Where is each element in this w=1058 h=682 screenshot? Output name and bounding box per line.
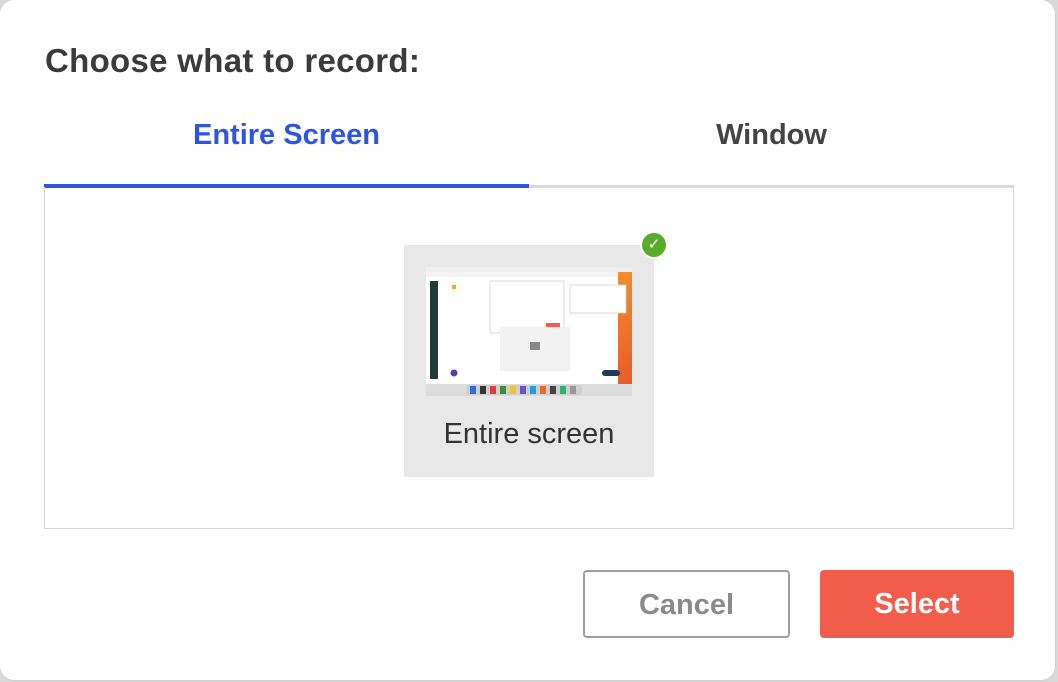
dialog-title: Choose what to record: [45, 42, 421, 79]
select-button[interactable]: Select [820, 570, 1014, 638]
source-label: Entire screen [443, 418, 615, 450]
tab-entire-screen[interactable]: Entire Screen [44, 117, 529, 183]
tab-window[interactable]: Window [529, 117, 1014, 183]
screen-thumbnail [426, 267, 632, 396]
checkmark-icon: ✓ [640, 231, 668, 259]
tab-entire-screen-label: Entire Screen [193, 119, 380, 151]
source-entire-screen[interactable]: Entire screen [404, 245, 654, 477]
cancel-button[interactable]: Cancel [583, 570, 790, 638]
tab-window-label: Window [716, 119, 827, 151]
record-source-dialog: Choose what to record: Entire Screen Win… [0, 0, 1055, 680]
